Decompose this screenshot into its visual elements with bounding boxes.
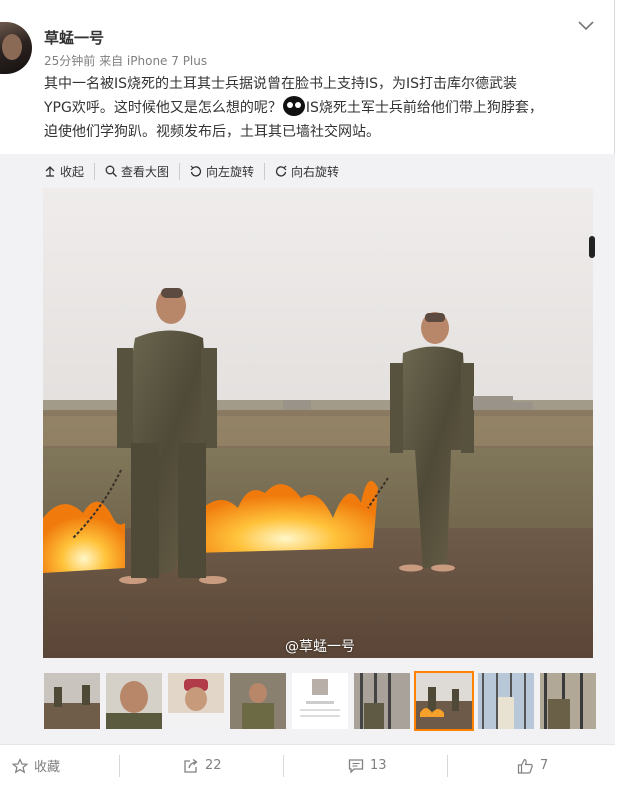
thumbnail-strip: [44, 671, 596, 731]
divider: [283, 755, 284, 777]
like-count: 7: [540, 758, 549, 773]
comment-icon: [348, 758, 364, 774]
repost-count: 22: [205, 758, 222, 773]
thumbnail[interactable]: [540, 673, 596, 729]
comment-button[interactable]: 13: [348, 745, 387, 785]
post-source: 来自 iPhone 7 Plus: [99, 54, 208, 68]
rotate-right-button[interactable]: 向右旋转: [275, 163, 349, 180]
main-photo[interactable]: [43, 188, 593, 658]
collapse-label: 收起: [60, 164, 85, 179]
thumbnail-selected[interactable]: [414, 671, 474, 731]
emoji-icon: [282, 96, 305, 116]
weibo-post-card: 草蜢一号 25分钟前 来自 iPhone 7 Plus 其中一名被IS烧死的土耳…: [0, 0, 615, 785]
like-button[interactable]: 7: [517, 745, 548, 785]
post-text-line: YPG欢呼。这时候他又是怎么想的呢？ IS烧死土军士兵前给他们带上狗脖套，: [44, 96, 604, 120]
next-image-handle[interactable]: [589, 236, 595, 258]
thumbnail[interactable]: [168, 673, 224, 729]
thumbnail[interactable]: [44, 673, 100, 729]
rotate-left-icon: [190, 165, 202, 177]
collapse-button[interactable]: 收起: [44, 162, 96, 180]
zoom-icon: [105, 165, 117, 177]
thumbnail[interactable]: [354, 673, 410, 729]
favorite-button[interactable]: 收藏: [12, 745, 60, 785]
post-text-span: YPG欢呼。这时候他又是怎么想的呢？: [44, 100, 282, 116]
favorite-label: 收藏: [34, 760, 61, 775]
username[interactable]: 草蜢一号: [44, 27, 104, 48]
chevron-down-icon[interactable]: [576, 18, 596, 34]
star-icon: [12, 757, 28, 773]
view-large-button[interactable]: 查看大图: [105, 162, 181, 180]
like-icon: [517, 758, 533, 774]
collapse-up-icon: [45, 166, 55, 177]
post-time[interactable]: 25分钟前: [44, 54, 95, 68]
thumbnail[interactable]: [106, 673, 162, 729]
image-toolbar: 收起 查看大图 向左旋转 向右旋转: [44, 162, 359, 180]
post-text-span: IS烧死土军士兵前给他们带上狗脖套，: [305, 100, 543, 116]
rotate-right-label: 向右旋转: [291, 164, 340, 179]
avatar[interactable]: [0, 22, 32, 74]
divider: [119, 755, 120, 777]
comment-count: 13: [370, 758, 387, 773]
image-watermark: @草蜢一号: [285, 639, 355, 655]
thumbnail[interactable]: [230, 673, 286, 729]
divider: [447, 755, 448, 777]
rotate-left-label: 向左旋转: [206, 164, 255, 179]
repost-icon: [184, 758, 198, 773]
thumbnail[interactable]: [478, 673, 534, 729]
action-bar: 收藏 22 13 7: [0, 744, 615, 785]
rotate-left-button[interactable]: 向左旋转: [190, 162, 266, 180]
post-text: 其中一名被IS烧死的土耳其士兵据说曾在脸书上支持IS，为IS打击库尔德武装 YP…: [44, 72, 604, 144]
thumbnail[interactable]: [292, 673, 348, 729]
view-large-label: 查看大图: [121, 164, 170, 179]
post-text-line: 迫使他们学狗趴。视频发布后，土耳其已墙社交网站。: [44, 124, 380, 140]
post-text-line: 其中一名被IS烧死的土耳其士兵据说曾在脸书上支持IS，为IS打击库尔德武装: [44, 76, 518, 92]
post-meta: 25分钟前 来自 iPhone 7 Plus: [44, 52, 207, 69]
repost-button[interactable]: 22: [183, 745, 222, 785]
rotate-right-icon: [275, 165, 287, 177]
